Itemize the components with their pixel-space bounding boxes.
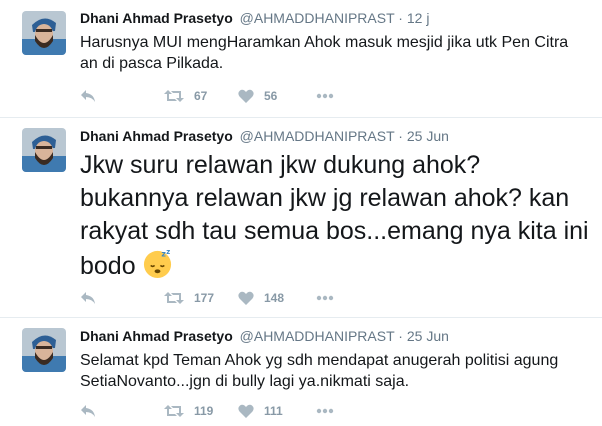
timestamp[interactable]: 25 Jun bbox=[407, 328, 449, 344]
reply-icon bbox=[81, 292, 95, 304]
tweet-actions: 67 56 bbox=[80, 86, 380, 106]
retweet-button[interactable]: 119 bbox=[164, 401, 213, 421]
reply-button[interactable] bbox=[80, 401, 96, 421]
reply-icon bbox=[81, 405, 95, 417]
tweet-header: Dhani Ahmad Prasetyo @AHMADDHANIPRAST · … bbox=[80, 9, 429, 27]
retweet-icon bbox=[164, 405, 184, 417]
tweet-actions: 177 148 bbox=[80, 288, 380, 308]
retweet-count: 119 bbox=[194, 404, 214, 418]
like-button[interactable]: 111 bbox=[238, 401, 283, 421]
heart-icon bbox=[238, 291, 254, 305]
tweet-header: Dhani Ahmad Prasetyo @AHMADDHANIPRAST · … bbox=[80, 127, 449, 145]
user-handle[interactable]: @AHMADDHANIPRAST bbox=[240, 328, 395, 344]
more-icon bbox=[316, 93, 334, 99]
tweet-actions: 119 111 bbox=[80, 401, 380, 421]
tweet-header: Dhani Ahmad Prasetyo @AHMADDHANIPRAST · … bbox=[80, 327, 449, 345]
user-handle[interactable]: @AHMADDHANIPRAST bbox=[240, 10, 395, 26]
svg-text:z: z bbox=[166, 248, 170, 256]
avatar[interactable] bbox=[22, 11, 66, 55]
separator: · bbox=[398, 128, 403, 144]
display-name[interactable]: Dhani Ahmad Prasetyo bbox=[80, 328, 233, 344]
tweet-text: Selamat kpd Teman Ahok yg sdh mendapat a… bbox=[80, 352, 559, 390]
like-button[interactable]: 148 bbox=[238, 288, 284, 308]
retweet-icon bbox=[164, 90, 184, 102]
more-icon bbox=[316, 295, 334, 301]
like-count: 148 bbox=[264, 291, 285, 305]
reply-button[interactable] bbox=[80, 86, 96, 106]
tweet-text: Jkw suru relawan jkw dukung ahok? bukann… bbox=[80, 149, 595, 283]
sleeping-face-icon: zz bbox=[143, 248, 171, 279]
heart-icon bbox=[238, 89, 254, 103]
avatar[interactable] bbox=[22, 328, 66, 372]
retweet-count: 67 bbox=[194, 89, 208, 103]
like-count: 111 bbox=[264, 404, 283, 418]
user-handle[interactable]: @AHMADDHANIPRAST bbox=[240, 128, 395, 144]
display-name[interactable]: Dhani Ahmad Prasetyo bbox=[80, 10, 233, 26]
timestamp[interactable]: 12 j bbox=[407, 10, 430, 26]
separator: · bbox=[398, 328, 403, 344]
more-icon bbox=[316, 408, 334, 414]
more-button[interactable] bbox=[316, 401, 334, 421]
tweet[interactable]: Dhani Ahmad Prasetyo @AHMADDHANIPRAST · … bbox=[0, 0, 602, 118]
tweet[interactable]: Dhani Ahmad Prasetyo @AHMADDHANIPRAST · … bbox=[0, 318, 602, 426]
reply-button[interactable] bbox=[80, 288, 96, 308]
display-name[interactable]: Dhani Ahmad Prasetyo bbox=[80, 128, 233, 144]
separator: · bbox=[398, 10, 403, 26]
tweet-text: Harusnya MUI mengHaramkan Ahok masuk mes… bbox=[80, 34, 569, 72]
more-button[interactable] bbox=[316, 288, 334, 308]
like-count: 56 bbox=[264, 89, 278, 103]
retweet-icon bbox=[164, 292, 184, 304]
heart-icon bbox=[238, 404, 254, 418]
avatar[interactable] bbox=[22, 128, 66, 172]
tweet-timeline: Dhani Ahmad Prasetyo @AHMADDHANIPRAST · … bbox=[0, 0, 602, 426]
like-button[interactable]: 56 bbox=[238, 86, 277, 106]
retweet-count: 177 bbox=[194, 291, 215, 305]
more-button[interactable] bbox=[316, 86, 334, 106]
reply-icon bbox=[81, 90, 95, 102]
timestamp[interactable]: 25 Jun bbox=[407, 128, 449, 144]
retweet-button[interactable]: 177 bbox=[164, 288, 214, 308]
retweet-button[interactable]: 67 bbox=[164, 86, 207, 106]
tweet[interactable]: Dhani Ahmad Prasetyo @AHMADDHANIPRAST · … bbox=[0, 118, 602, 318]
